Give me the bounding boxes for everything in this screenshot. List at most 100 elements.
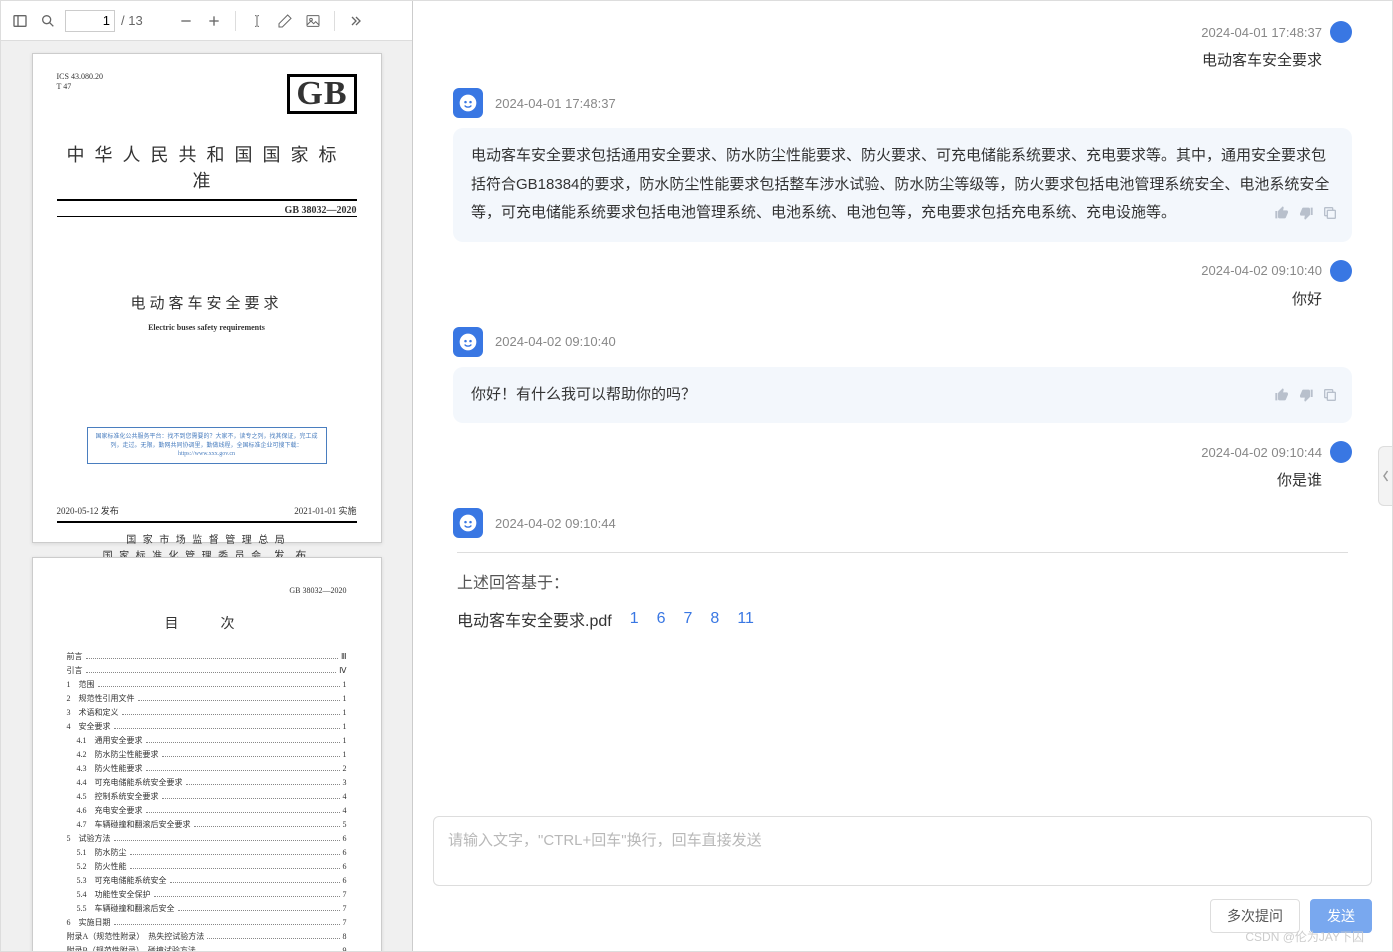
toc-label: 6 实施日期 — [67, 917, 111, 928]
source-row: 电动客车安全要求.pdf 1678 11 — [457, 607, 1348, 631]
pdf-page-scroll[interactable]: ICS 43.080.20 T 47 GB 中华人民共和国国家标准 GB 380… — [1, 41, 412, 951]
source-block: 上述回答基于：电动客车安全要求.pdf167811 — [453, 552, 1352, 651]
zoom-out-icon[interactable] — [175, 10, 197, 32]
toc-dots — [114, 728, 340, 729]
source-page-link[interactable]: 7 — [684, 610, 693, 628]
page2-code: GB 38032—2020 — [67, 586, 347, 595]
toc-label: 4.7 车辆碰撞和翻滚后安全要求 — [77, 819, 191, 830]
toc-label: 附录A（规范性附录） 热失控试验方法 — [67, 931, 205, 942]
toc-label: 4.6 充电安全要求 — [77, 805, 143, 816]
effective-date: 2021-01-01 实施 — [294, 504, 356, 517]
toc-row: 4.4 可充电储能系统安全要求 3 — [67, 777, 347, 788]
title-rule — [57, 199, 357, 201]
send-button[interactable]: 发送 — [1310, 899, 1372, 933]
toc-row: 5.5 车辆碰撞和翻滚后安全 7 — [67, 903, 347, 914]
pdf-toolbar: / 13 — [1, 1, 412, 41]
multi-question-button[interactable]: 多次提问 — [1210, 899, 1300, 933]
toc-page: 6 — [343, 834, 347, 843]
toc-label: 4.3 防火性能要求 — [77, 763, 143, 774]
page-total-label: / 13 — [121, 13, 143, 28]
toc-row: 附录B（规范性附录） 碰撞试验方法9 — [67, 945, 347, 951]
toc-label: 2 规范性引用文件 — [67, 693, 135, 704]
toc-label: 1 范围 — [67, 679, 95, 690]
draw-icon[interactable] — [274, 10, 296, 32]
toc-dots — [130, 854, 340, 855]
copy-icon[interactable] — [1322, 203, 1338, 232]
toc-label: 4.1 通用安全要求 — [77, 735, 143, 746]
toc-page: 7 — [343, 918, 347, 927]
source-page-link[interactable]: 8 — [710, 610, 719, 628]
chat-scroll[interactable]: 2024-04-01 17:48:37电动客车安全要求 2024-04-01 17… — [413, 1, 1392, 806]
bot-message: 2024-04-01 17:48:37电动客车安全要求包括通用安全要求、防水防尘… — [453, 88, 1352, 242]
message-timestamp: 2024-04-02 09:10:40 — [1201, 263, 1322, 278]
chat-input[interactable] — [433, 816, 1372, 886]
toc-row: 3 术语和定义1 — [67, 707, 347, 718]
thumbs-up-icon[interactable] — [1274, 203, 1290, 232]
toc-page: 1 — [343, 694, 347, 703]
zoom-in-icon[interactable] — [203, 10, 225, 32]
pdf-viewer-pane: / 13 ICS 43.080.20 T 47 GB 中华人民共和国国家标准 G… — [1, 1, 413, 951]
thumbs-up-icon[interactable] — [1274, 385, 1290, 414]
bottom-rule — [57, 521, 357, 523]
toc-dots — [146, 812, 340, 813]
toc-dots — [122, 714, 340, 715]
bot-message-bubble: 电动客车安全要求包括通用安全要求、防水防尘性能要求、防火要求、可充电储能系统要求… — [453, 128, 1352, 242]
document-title-en: Electric buses safety requirements — [57, 323, 357, 332]
more-tools-icon[interactable] — [345, 10, 367, 32]
toc-row: 1 范围 1 — [67, 679, 347, 690]
reaction-row — [1274, 385, 1338, 414]
toc-page: 1 — [343, 708, 347, 717]
toc-row: 前言Ⅲ — [67, 651, 347, 662]
user-message: 2024-04-01 17:48:37电动客车安全要求 — [453, 21, 1352, 70]
toc-page: 1 — [343, 750, 347, 759]
button-row: 多次提问 发送 — [433, 899, 1372, 933]
toc-label: 5.1 防水防尘 — [77, 847, 127, 858]
toc-page: 7 — [343, 904, 347, 913]
toolbar-divider — [334, 11, 335, 31]
toc-row: 引言Ⅳ — [67, 665, 347, 676]
toc-page: 1 — [343, 680, 347, 689]
sidebar-toggle-icon[interactable] — [9, 10, 31, 32]
toc-label: 4.5 控制系统安全要求 — [77, 791, 159, 802]
dates-row: 2020-05-12 发布 2021-01-01 实施 — [57, 504, 357, 517]
toc-dots — [178, 910, 340, 911]
text-cursor-icon[interactable] — [246, 10, 268, 32]
thumbs-down-icon[interactable] — [1298, 203, 1314, 232]
expand-handle-icon[interactable] — [1378, 446, 1392, 506]
toc-row: 6 实施日期 7 — [67, 917, 347, 928]
toc-label: 4.2 防水防尘性能要求 — [77, 749, 159, 760]
toc-page: 1 — [343, 722, 347, 731]
source-page-link[interactable]: 1 — [630, 610, 639, 628]
toc-label: 4 安全要求 — [67, 721, 111, 732]
user-avatar-icon — [1330, 21, 1352, 43]
toc-label: 5.3 可充电储能系统安全 — [77, 875, 167, 886]
source-page-link[interactable]: 6 — [657, 610, 666, 628]
toc-page: 4 — [343, 792, 347, 801]
user-message-text: 电动客车安全要求 — [453, 49, 1322, 70]
copy-icon[interactable] — [1322, 385, 1338, 414]
toc-page: 3 — [343, 778, 347, 787]
page-number-input[interactable] — [65, 10, 115, 32]
toc-heading: 目 次 — [67, 613, 347, 633]
national-standard-title: 中华人民共和国国家标准 — [57, 141, 357, 193]
standard-code: GB 38032—2020 — [57, 205, 357, 216]
source-page-link[interactable]: 11 — [737, 610, 754, 628]
toc-label: 前言 — [67, 651, 83, 662]
app-container: / 13 ICS 43.080.20 T 47 GB 中华人民共和国国家标准 G… — [0, 0, 1393, 952]
toc-label: 4.4 可充电储能系统安全要求 — [77, 777, 183, 788]
thumbs-down-icon[interactable] — [1298, 385, 1314, 414]
user-avatar-icon — [1330, 441, 1352, 463]
toc-label: 5.5 车辆碰撞和翻滚后安全 — [77, 903, 175, 914]
toc-row: 5.4 功能性安全保护7 — [67, 889, 347, 900]
search-icon[interactable] — [37, 10, 59, 32]
toc-dots — [162, 798, 340, 799]
publish-date: 2020-05-12 发布 — [57, 504, 119, 517]
toc-dots — [207, 938, 339, 939]
toc-row: 4.2 防水防尘性能要求 1 — [67, 749, 347, 760]
toc-page: 5 — [343, 820, 347, 829]
image-icon[interactable] — [302, 10, 324, 32]
user-message: 2024-04-02 09:10:44你是谁 — [453, 441, 1352, 490]
gb-logo: GB — [287, 74, 356, 114]
bot-message: 2024-04-02 09:10:44上述回答基于：电动客车安全要求.pdf16… — [453, 508, 1352, 651]
source-filename: 电动客车安全要求.pdf — [457, 607, 612, 631]
